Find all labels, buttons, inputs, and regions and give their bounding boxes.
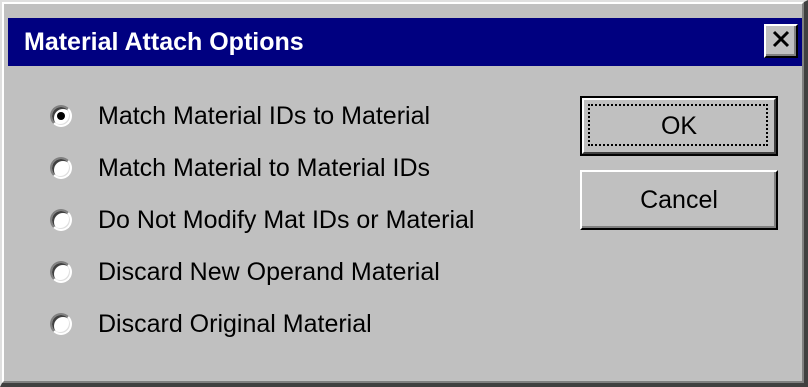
cancel-button-label: Cancel bbox=[640, 185, 718, 214]
ok-button-label: OK bbox=[660, 111, 698, 140]
dialog-title: Material Attach Options bbox=[24, 28, 304, 56]
radio-option-discard-original[interactable]: Discard Original Material bbox=[50, 304, 372, 344]
radio-option-label: Match Material IDs to Material bbox=[98, 102, 431, 130]
radio-option-label: Do Not Modify Mat IDs or Material bbox=[98, 206, 475, 234]
cancel-button[interactable]: Cancel bbox=[580, 170, 778, 230]
radio-option-label: Discard Original Material bbox=[98, 310, 372, 338]
radio-option-match-material-to-ids[interactable]: Match Material to Material IDs bbox=[50, 148, 430, 188]
close-icon bbox=[771, 30, 791, 53]
radio-selected-dot bbox=[57, 112, 65, 120]
radio-button[interactable] bbox=[50, 105, 72, 127]
radio-button[interactable] bbox=[50, 157, 72, 179]
title-bar[interactable]: Material Attach Options bbox=[8, 18, 802, 66]
radio-option-match-ids-to-material[interactable]: Match Material IDs to Material bbox=[50, 96, 430, 136]
material-attach-options-dialog: Material Attach Options Match Material I… bbox=[0, 0, 808, 387]
radio-button[interactable] bbox=[50, 209, 72, 231]
radio-option-discard-new-operand[interactable]: Discard New Operand Material bbox=[50, 252, 440, 292]
radio-button[interactable] bbox=[50, 313, 72, 335]
radio-option-label: Match Material to Material IDs bbox=[98, 154, 431, 182]
radio-option-label: Discard New Operand Material bbox=[98, 258, 440, 286]
close-button[interactable] bbox=[764, 24, 798, 58]
ok-button[interactable]: OK bbox=[580, 96, 778, 156]
radio-option-do-not-modify[interactable]: Do Not Modify Mat IDs or Material bbox=[50, 200, 475, 240]
radio-button[interactable] bbox=[50, 261, 72, 283]
